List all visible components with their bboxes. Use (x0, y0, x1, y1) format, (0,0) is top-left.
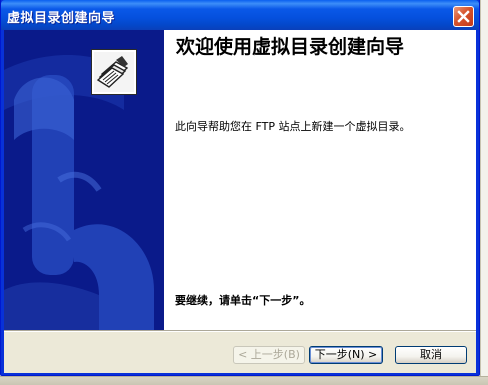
title-bar[interactable]: 虚拟目录创建向导 (1, 0, 479, 30)
wizard-description: 此向导帮助您在 FTP 站点上新建一个虚拟目录。 (175, 120, 411, 133)
next-button[interactable]: 下一步(N) > (309, 346, 383, 364)
wizard-document-icon (92, 50, 136, 94)
wizard-sidebar-graphic (4, 30, 164, 330)
window-title: 虚拟目录创建向导 (7, 11, 116, 26)
wizard-window: 虚拟目录创建向导 欢迎使用虚拟目录创建向导 此向导帮助您在 FTP 站点上新建一… (0, 0, 480, 376)
close-icon (457, 10, 470, 23)
sidebar-art (4, 30, 164, 330)
background-window-edge (480, 0, 488, 384)
wizard-heading: 欢迎使用虚拟目录创建向导 (176, 36, 405, 58)
button-separator (4, 330, 476, 332)
back-button[interactable]: < 上一步(B) (233, 346, 305, 364)
close-button[interactable] (453, 6, 474, 27)
cancel-button[interactable]: 取消 (395, 346, 467, 364)
wizard-content-panel: 欢迎使用虚拟目录创建向导 此向导帮助您在 FTP 站点上新建一个虚拟目录。 要继… (164, 30, 476, 330)
dialog-client-area: 欢迎使用虚拟目录创建向导 此向导帮助您在 FTP 站点上新建一个虚拟目录。 要继… (4, 30, 476, 373)
continue-prompt: 要继续，请单击“下一步”。 (175, 294, 311, 307)
